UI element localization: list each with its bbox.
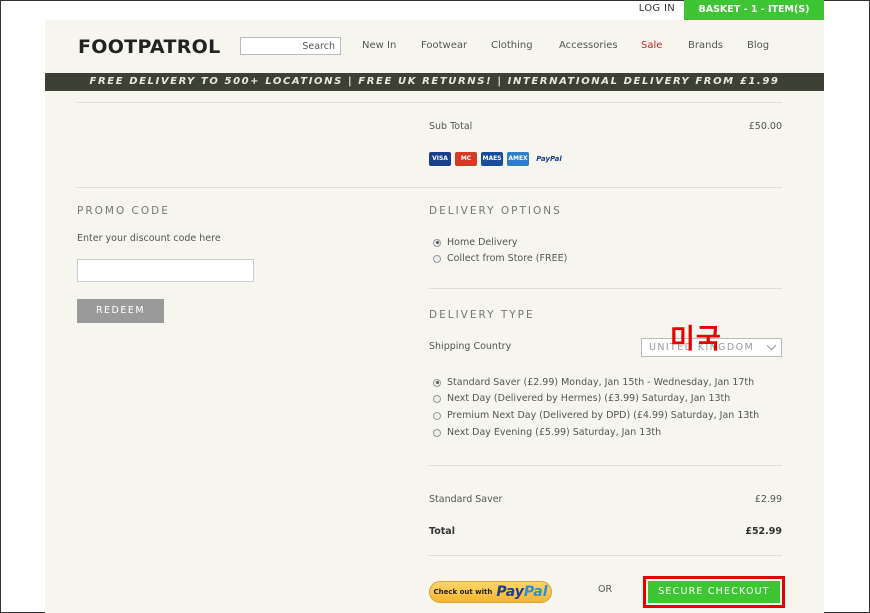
divider — [429, 555, 782, 556]
nav-accessories[interactable]: Accessories — [559, 40, 618, 51]
delivery-option-label: Collect from Store (FREE) — [447, 253, 568, 264]
delivery-option-home[interactable]: Home Delivery — [433, 237, 518, 248]
subtotal-value: £50.00 — [748, 121, 782, 132]
basket-button[interactable]: BASKET - 1 - ITEM(S) £52.99 — [684, 0, 824, 35]
nav-new-in[interactable]: New In — [362, 40, 396, 51]
shipping-country-label: Shipping Country — [429, 341, 512, 352]
utility-bar: LOG IN BASKET - 1 - ITEM(S) £52.99 — [45, 0, 824, 35]
radio-icon[interactable] — [433, 394, 441, 403]
site-logo[interactable]: FOOTPATROL — [78, 36, 221, 58]
delivery-type-label: Premium Next Day (Delivered by DPD) (£4.… — [447, 410, 760, 421]
delivery-type-heading: DELIVERY TYPE — [429, 309, 535, 321]
delivery-type-label: Standard Saver (£2.99) Monday, Jan 15th … — [447, 377, 755, 388]
radio-icon[interactable] — [433, 428, 441, 437]
divider — [429, 465, 782, 466]
delivery-type-next-day[interactable]: Next Day (Delivered by Hermes) (£3.99) S… — [433, 393, 730, 404]
maestro-icon: MAES — [481, 151, 503, 166]
checkout-page: FOOTPATROL Search New In Footwear Clothi… — [45, 20, 824, 613]
delivery-type-label: Next Day Evening (£5.99) Saturday, Jan 1… — [447, 427, 662, 438]
nav-footwear[interactable]: Footwear — [421, 40, 467, 51]
paypal-logo-part-a: Pay — [496, 584, 524, 600]
amex-icon: AMEX — [507, 151, 529, 166]
delivery-type-standard[interactable]: Standard Saver (£2.99) Monday, Jan 15th … — [433, 377, 754, 388]
payment-icons: VISA MC MAES AMEX PayPal — [429, 151, 565, 166]
radio-icon[interactable] — [433, 411, 441, 420]
delivery-options-heading: DELIVERY OPTIONS — [429, 205, 562, 217]
paypal-logo: PayPal — [496, 584, 547, 600]
delivery-option-label: Home Delivery — [447, 237, 518, 248]
promo-instruction: Enter your discount code here — [77, 233, 221, 244]
delivery-type-evening[interactable]: Next Day Evening (£5.99) Saturday, Jan 1… — [433, 427, 661, 438]
subtotal-label: Sub Total — [429, 121, 473, 132]
promo-heading: PROMO CODE — [77, 205, 170, 217]
divider — [77, 187, 782, 188]
secure-checkout-button[interactable]: SECURE CHECKOUT — [648, 581, 780, 603]
chevron-down-icon — [766, 340, 777, 351]
radio-icon[interactable] — [433, 378, 441, 387]
divider — [429, 288, 782, 289]
mastercard-icon: MC — [455, 151, 477, 166]
delivery-type-label: Next Day (Delivered by Hermes) (£3.99) S… — [447, 393, 731, 404]
radio-icon[interactable] — [433, 238, 441, 247]
search-input[interactable]: Search — [240, 37, 341, 55]
paypal-logo-part-b: Pal — [523, 584, 548, 600]
redeem-button[interactable]: REDEEM — [77, 299, 164, 323]
search-button-label[interactable]: Search — [302, 41, 335, 52]
delivery-option-collect[interactable]: Collect from Store (FREE) — [433, 253, 567, 264]
nav-blog[interactable]: Blog — [747, 40, 769, 51]
total-label: Total — [429, 526, 455, 537]
shipping-method-label: Standard Saver — [429, 494, 503, 505]
promo-code-input[interactable] — [77, 259, 254, 282]
login-link[interactable]: LOG IN — [639, 3, 675, 14]
nav-clothing[interactable]: Clothing — [491, 40, 533, 51]
annotation-overlay: 미국 — [670, 324, 722, 355]
promo-banner: FREE DELIVERY TO 500+ LOCATIONS | FREE U… — [45, 73, 824, 91]
divider — [77, 102, 782, 103]
shipping-cost: £2.99 — [754, 494, 782, 505]
radio-icon[interactable] — [433, 254, 441, 263]
paypal-prefix: Check out with — [433, 588, 493, 596]
paypal-checkout-button[interactable]: Check out with PayPal — [429, 581, 552, 603]
paypal-icon: PayPal — [536, 154, 562, 163]
or-separator: OR — [598, 584, 613, 595]
visa-icon: VISA — [429, 151, 451, 166]
nav-brands[interactable]: Brands — [688, 40, 723, 51]
nav-sale[interactable]: Sale — [641, 40, 662, 51]
total-value: £52.99 — [745, 526, 782, 537]
delivery-type-premium[interactable]: Premium Next Day (Delivered by DPD) (£4.… — [433, 410, 759, 421]
